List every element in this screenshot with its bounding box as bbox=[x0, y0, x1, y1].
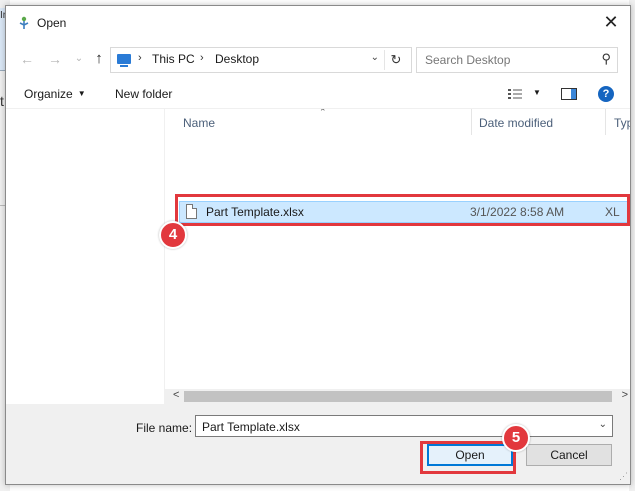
search-icon[interactable]: ⚲ bbox=[601, 51, 611, 67]
column-divider[interactable] bbox=[605, 109, 606, 135]
app-icon bbox=[19, 16, 29, 29]
dialog-title: Open bbox=[37, 16, 67, 30]
title-bar[interactable]: Open ✕ bbox=[6, 6, 630, 39]
step-badge-5: 5 bbox=[502, 424, 530, 452]
file-row[interactable]: Part Template.xlsx 3/1/2022 8:58 AM XL bbox=[179, 201, 630, 223]
breadcrumb-separator[interactable]: › bbox=[200, 52, 204, 64]
view-options-chevron-icon[interactable]: ▼ bbox=[533, 88, 541, 97]
up-button[interactable]: ↑ bbox=[90, 50, 108, 68]
this-pc-icon bbox=[117, 54, 131, 67]
close-button[interactable]: ✕ bbox=[600, 12, 622, 34]
chevron-down-icon: ▼ bbox=[77, 89, 86, 98]
column-headers: ⌃ Name Date modified Typ bbox=[165, 109, 630, 135]
breadcrumb-this-pc[interactable]: This PC bbox=[152, 52, 195, 66]
column-name[interactable]: Name bbox=[183, 116, 215, 130]
file-date-modified: 3/1/2022 8:58 AM bbox=[470, 205, 565, 219]
file-name-label: File name: bbox=[136, 421, 193, 435]
column-type[interactable]: Typ bbox=[614, 116, 630, 130]
open-dialog: Open ✕ ← → ⌄ ↑ › This PC › Desktop ⌄ ↻ ⚲… bbox=[5, 5, 631, 485]
recent-locations-button[interactable]: ⌄ bbox=[70, 50, 88, 68]
step-badge-4: 4 bbox=[159, 221, 187, 249]
back-button[interactable]: ← bbox=[18, 50, 36, 68]
navigation-pane[interactable] bbox=[6, 109, 165, 404]
file-name-combobox[interactable]: ⌄ bbox=[195, 415, 613, 437]
sort-ascending-icon: ⌃ bbox=[319, 109, 327, 117]
refresh-button[interactable]: ↻ bbox=[384, 50, 407, 70]
cancel-button[interactable]: Cancel bbox=[526, 444, 612, 466]
breadcrumb-separator[interactable]: › bbox=[138, 52, 142, 64]
file-list[interactable]: ⌃ Name Date modified Typ Part Template.x… bbox=[165, 109, 630, 404]
dialog-footer: File name: ⌄ Open Cancel ⋰ bbox=[6, 404, 630, 484]
search-input[interactable] bbox=[423, 51, 587, 69]
scrollbar-thumb[interactable] bbox=[184, 391, 612, 402]
new-folder-button[interactable]: New folder bbox=[115, 87, 172, 101]
column-divider[interactable] bbox=[471, 109, 472, 135]
chevron-down-icon[interactable]: ⌄ bbox=[599, 419, 607, 430]
breadcrumb-desktop[interactable]: Desktop bbox=[215, 52, 259, 66]
file-name-input[interactable] bbox=[200, 419, 594, 435]
organize-menu[interactable]: Organize ▼ bbox=[24, 87, 86, 101]
file-icon bbox=[186, 204, 197, 219]
background-text-fragment-2: t bbox=[0, 93, 4, 109]
help-icon[interactable]: ? bbox=[598, 86, 614, 102]
file-type: XL bbox=[605, 205, 620, 219]
horizontal-scrollbar[interactable]: < > bbox=[165, 389, 630, 404]
navigation-bar: ← → ⌄ ↑ › This PC › Desktop ⌄ ↻ ⚲ bbox=[6, 46, 630, 74]
organize-label: Organize bbox=[24, 87, 73, 101]
address-dropdown-icon[interactable]: ⌄ bbox=[371, 52, 379, 63]
scroll-left-icon[interactable]: < bbox=[173, 389, 179, 401]
search-box[interactable]: ⚲ bbox=[416, 47, 618, 73]
scroll-right-icon[interactable]: > bbox=[622, 389, 628, 401]
file-name: Part Template.xlsx bbox=[206, 205, 304, 219]
open-button[interactable]: Open bbox=[427, 444, 513, 466]
forward-button[interactable]: → bbox=[46, 50, 64, 68]
resize-grip-icon[interactable]: ⋰ bbox=[619, 471, 628, 482]
preview-pane-icon[interactable] bbox=[561, 88, 577, 100]
address-bar[interactable]: › This PC › Desktop ⌄ ↻ bbox=[110, 47, 412, 73]
change-view-icon[interactable] bbox=[508, 88, 522, 100]
command-bar: Organize ▼ New folder ▼ ? bbox=[6, 80, 630, 109]
column-date-modified[interactable]: Date modified bbox=[479, 116, 553, 130]
